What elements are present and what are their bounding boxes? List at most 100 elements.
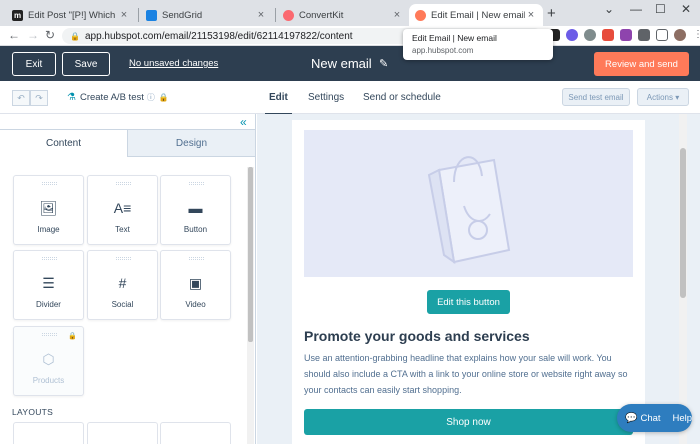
- shop-now-button[interactable]: Shop now: [304, 409, 633, 435]
- promo-heading[interactable]: Promote your goods and services: [304, 328, 530, 344]
- layout-tile[interactable]: [87, 422, 158, 444]
- extension-icons: ⋮: [548, 29, 700, 41]
- edit-this-button[interactable]: Edit this button: [427, 290, 510, 314]
- kebab-menu-icon[interactable]: ⋮: [692, 29, 700, 41]
- tooltip-domain: app.hubspot.com: [412, 46, 474, 55]
- close-icon[interactable]: ×: [391, 9, 403, 21]
- layouts-heading: LAYOUTS: [12, 407, 54, 417]
- avatar[interactable]: [674, 29, 686, 41]
- module-image[interactable]: 🖼 Image: [13, 175, 84, 245]
- layout-tile[interactable]: [13, 422, 84, 444]
- editor-header: Exit Save No unsaved changes New email ✎…: [0, 46, 700, 81]
- lock-icon: 🔒: [70, 31, 80, 41]
- hubspot-favicon-icon: [415, 9, 426, 21]
- minimize-icon[interactable]: —: [630, 2, 642, 16]
- promo-body-text[interactable]: Use an attention-grabbing headline that …: [304, 350, 634, 398]
- drag-handle-icon[interactable]: [42, 257, 57, 260]
- tab-send-or-schedule[interactable]: Send or schedule: [363, 92, 441, 103]
- drag-handle-icon[interactable]: [42, 182, 57, 185]
- module-products[interactable]: 🔒 ⬡ Products: [13, 326, 84, 396]
- tab-label: SendGrid: [162, 9, 203, 21]
- ab-test-icon: ⚗: [67, 92, 76, 103]
- send-test-email-button[interactable]: Send test email: [562, 88, 630, 106]
- scrollbar-thumb[interactable]: [248, 167, 253, 342]
- hero-image[interactable]: [304, 130, 633, 277]
- module-text[interactable]: A≡ Text: [87, 175, 158, 245]
- create-ab-test-link[interactable]: ⚗ Create A/B test ⓘ 🔒: [67, 92, 169, 103]
- puzzle-icon[interactable]: [638, 29, 650, 41]
- email-preview: Edit this button Promote your goods and …: [257, 114, 700, 444]
- drag-handle-icon[interactable]: [116, 257, 131, 260]
- sidebar-scrollbar[interactable]: [247, 167, 254, 444]
- module-label: Button: [183, 225, 208, 234]
- module-button[interactable]: ▬ Button: [160, 175, 231, 245]
- extension-icon[interactable]: [566, 29, 578, 41]
- module-divider[interactable]: ☰ Divider: [13, 250, 84, 320]
- module-label: Text: [115, 225, 130, 234]
- preview-scrollbar[interactable]: [679, 114, 687, 444]
- url-text: app.hubspot.com/email/21153198/edit/6211…: [84, 30, 353, 42]
- maximize-icon[interactable]: ☐: [655, 2, 666, 16]
- new-tab-button[interactable]: +: [547, 5, 556, 22]
- lock-icon: 🔒: [158, 93, 169, 102]
- side-panel-icon[interactable]: [656, 29, 668, 41]
- forward-arrow-icon[interactable]: →: [27, 28, 39, 42]
- tab-label: Edit Post "[P!] Which Email Ma: [28, 9, 118, 21]
- redo-icon[interactable]: ↷: [30, 90, 48, 106]
- medium-favicon-icon: m: [12, 9, 23, 21]
- tab-label: ConvertKit: [299, 9, 344, 21]
- scrollbar-thumb[interactable]: [680, 148, 686, 298]
- tab-search-icon[interactable]: ⌄: [604, 2, 614, 16]
- collapse-sidebar-icon[interactable]: «: [240, 115, 247, 129]
- drag-handle-icon[interactable]: [189, 182, 204, 185]
- convertkit-favicon-icon: [283, 9, 294, 21]
- drag-handle-icon[interactable]: [189, 257, 204, 260]
- email-body[interactable]: Edit this button Promote your goods and …: [292, 120, 645, 444]
- layout-tile[interactable]: [160, 422, 231, 444]
- browser-tab-edit-email[interactable]: Edit Email | New email ×: [409, 4, 543, 26]
- tab-design[interactable]: Design: [128, 129, 255, 157]
- tab-content[interactable]: Content: [0, 129, 128, 157]
- undo-redo-group: ↶ ↷: [12, 90, 48, 106]
- browser-tab-edit-post[interactable]: m Edit Post "[P!] Which Email Ma ×: [6, 4, 136, 26]
- close-icon[interactable]: ×: [255, 9, 267, 21]
- exit-button[interactable]: Exit: [12, 52, 56, 76]
- close-icon[interactable]: ×: [525, 9, 537, 21]
- help-icon[interactable]: ⓘ: [147, 93, 155, 102]
- chat-widget[interactable]: 💬 Chat Help: [617, 404, 692, 432]
- sendgrid-favicon-icon: [146, 9, 157, 21]
- actions-dropdown[interactable]: Actions ▾: [637, 88, 689, 106]
- extension-icon[interactable]: [602, 29, 614, 41]
- browser-toolbar: ← → ↻ 🔒 app.hubspot.com/email/21153198/e…: [0, 26, 700, 46]
- divider-icon: ☰: [42, 275, 55, 291]
- save-button[interactable]: Save: [62, 52, 110, 76]
- review-and-send-button[interactable]: Review and send: [594, 52, 689, 76]
- close-window-icon[interactable]: ✕: [681, 2, 691, 16]
- drag-handle-icon[interactable]: [116, 182, 131, 185]
- tab-divider: [138, 8, 139, 22]
- browser-tab-convertkit[interactable]: ConvertKit ×: [277, 4, 409, 26]
- shopping-bag-icon: [427, 156, 511, 265]
- pencil-icon[interactable]: ✎: [379, 57, 388, 70]
- tab-edit[interactable]: Edit: [265, 92, 292, 115]
- save-status-link[interactable]: No unsaved changes: [129, 58, 218, 69]
- drag-handle-icon[interactable]: [42, 333, 57, 336]
- module-social[interactable]: # Social: [87, 250, 158, 320]
- tab-hover-tooltip: Edit Email | New email app.hubspot.com: [403, 29, 553, 60]
- button-icon: ▬: [188, 200, 203, 216]
- reload-icon[interactable]: ↻: [45, 28, 55, 42]
- chat-label: Chat: [640, 412, 661, 424]
- extension-icon[interactable]: [620, 29, 632, 41]
- module-label: Image: [37, 225, 60, 234]
- tab-settings[interactable]: Settings: [308, 92, 344, 103]
- text-icon: A≡: [113, 200, 132, 216]
- close-icon[interactable]: ×: [118, 9, 130, 21]
- module-video[interactable]: ▣ Video: [160, 250, 231, 320]
- undo-icon[interactable]: ↶: [12, 90, 30, 106]
- video-icon: ▣: [188, 275, 203, 291]
- back-arrow-icon[interactable]: ←: [8, 28, 20, 42]
- extension-icon[interactable]: [584, 29, 596, 41]
- editor-subheader: ↶ ↷ ⚗ Create A/B test ⓘ 🔒 Edit Settings Sen…: [0, 81, 700, 115]
- browser-tab-sendgrid[interactable]: SendGrid ×: [140, 4, 273, 26]
- page-title[interactable]: New email: [311, 56, 372, 71]
